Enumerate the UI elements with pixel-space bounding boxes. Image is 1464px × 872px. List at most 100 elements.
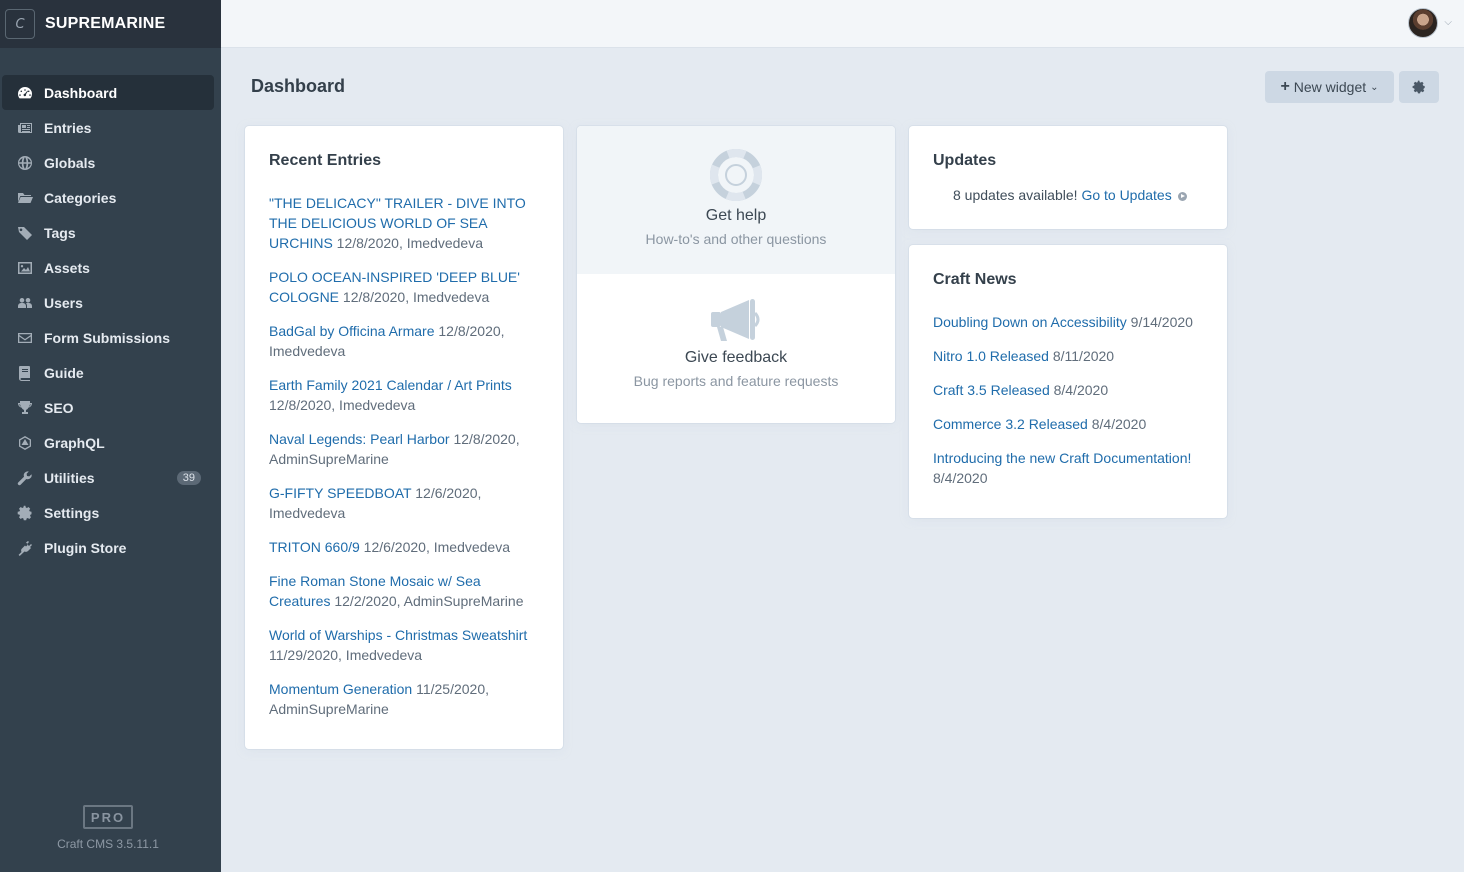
list-item: Earth Family 2021 Calendar / Art Prints … (269, 375, 539, 415)
sidebar-item-label: Settings (44, 504, 100, 521)
sidebar-item-label: Guide (44, 364, 84, 381)
gear-icon (1412, 80, 1425, 94)
main-nav: Dashboard Entries Globals Categories Tags Ass… (0, 75, 221, 565)
list-item: G-FIFTY SPEEDBOAT 12/6/2020, Imedvedeva (269, 483, 539, 523)
entry-link[interactable]: Earth Family 2021 Calendar / Art Prints (269, 377, 512, 393)
sidebar-item-label: Plugin Store (44, 539, 127, 556)
get-help-subtitle: How-to's and other questions (645, 231, 827, 247)
chevron-down-icon: ⌄ (1370, 81, 1379, 93)
graphql-icon (16, 435, 34, 451)
news-link[interactable]: Introducing the new Craft Documentation! (933, 450, 1191, 466)
edition-badge[interactable]: PRO (83, 805, 133, 829)
site-name[interactable]: SUPREMARINE (45, 15, 165, 33)
sidebar: C SUPREMARINE Dashboard Entries Globals Cat… (0, 0, 221, 872)
give-feedback-title: Give feedback (684, 349, 788, 366)
top-bar: ⌵ (221, 0, 1464, 48)
list-item: Doubling Down on Accessibility 9/14/2020 (933, 312, 1203, 332)
sidebar-item-label: Utilities (44, 469, 95, 486)
give-feedback-subtitle: Bug reports and feature requests (633, 373, 839, 389)
plus-icon: + (1280, 78, 1290, 95)
widget-title: Updates (933, 152, 997, 169)
sidebar-item-guide[interactable]: Guide (2, 355, 214, 390)
news-link[interactable]: Commerce 3.2 Released (933, 416, 1088, 432)
newspaper-icon (16, 120, 34, 136)
circle-arrow-right-icon (1177, 191, 1187, 201)
dashboard-settings-button[interactable] (1399, 71, 1439, 103)
list-item: Commerce 3.2 Released 8/4/2020 (933, 414, 1203, 434)
megaphone-icon (711, 299, 760, 341)
updates-status: 8 updates available! Go to Updates (933, 187, 1203, 203)
sidebar-item-graphql[interactable]: GraphQL (2, 425, 214, 460)
entry-meta: 12/6/2020, Imedvedeva (363, 539, 511, 555)
news-link[interactable]: Doubling Down on Accessibility (933, 314, 1127, 330)
entry-link[interactable]: BadGal by Officina Armare (269, 323, 434, 339)
entry-meta: 12/8/2020, Imedvedeva (269, 397, 416, 413)
list-item: Momentum Generation 11/25/2020, AdminSup… (269, 679, 539, 719)
sidebar-item-assets[interactable]: Assets (2, 250, 214, 285)
entry-meta: 12/8/2020, Imedvedeva (342, 289, 490, 305)
site-icon[interactable]: C (5, 9, 35, 39)
widget-title: Craft News (933, 271, 1017, 288)
list-item: Nitro 1.0 Released 8/11/2020 (933, 346, 1203, 366)
sidebar-item-tags[interactable]: Tags (2, 215, 214, 250)
entry-meta: 11/29/2020, Imedvedeva (269, 647, 423, 663)
folder-icon (16, 190, 34, 206)
user-avatar[interactable] (1408, 8, 1438, 38)
page-title: Dashboard (251, 76, 346, 96)
sidebar-item-users[interactable]: Users (2, 285, 214, 320)
feedback-widget: Get help How-to's and other questions Gi… (577, 126, 895, 423)
sidebar-item-label: Entries (44, 119, 92, 136)
entry-link[interactable]: TRITON 660/9 (269, 539, 360, 555)
entry-link[interactable]: G-FIFTY SPEEDBOAT (269, 485, 411, 501)
give-feedback-link[interactable]: Give feedback Bug reports and feature re… (577, 274, 895, 422)
trophy-icon (16, 400, 34, 416)
life-ring-icon (710, 149, 762, 201)
sidebar-item-globals[interactable]: Globals (2, 145, 214, 180)
sidebar-item-label: SEO (44, 399, 74, 416)
go-to-updates-link[interactable]: Go to Updates (1081, 187, 1187, 203)
news-date: 8/4/2020 (1091, 416, 1147, 432)
gauge-icon (16, 85, 34, 101)
entry-link[interactable]: World of Warships - Christmas Sweatshirt (269, 627, 527, 643)
sidebar-item-entries[interactable]: Entries (2, 110, 214, 145)
new-widget-label: New widget (1293, 79, 1367, 95)
sidebar-item-label: Dashboard (44, 84, 118, 101)
envelope-icon (16, 330, 34, 346)
sidebar-item-seo[interactable]: SEO (2, 390, 214, 425)
sidebar-item-utilities[interactable]: Utilities 39 (2, 460, 214, 495)
entry-link[interactable]: Momentum Generation (269, 681, 412, 697)
news-link[interactable]: Nitro 1.0 Released (933, 348, 1049, 364)
news-list: Doubling Down on Accessibility 9/14/2020… (933, 312, 1203, 488)
entry-meta: 12/2/2020, AdminSupreMarine (334, 593, 524, 609)
globe-icon (16, 155, 34, 171)
book-icon (16, 365, 34, 381)
site-header: C SUPREMARINE (0, 0, 221, 48)
list-item: Introducing the new Craft Documentation!… (933, 448, 1203, 488)
updates-widget: Updates 8 updates available! Go to Updat… (909, 126, 1227, 229)
sidebar-item-label: GraphQL (44, 434, 105, 451)
list-item: BadGal by Officina Armare 12/8/2020, Ime… (269, 321, 539, 361)
sidebar-item-settings[interactable]: Settings (2, 495, 214, 530)
entry-meta: 12/8/2020, Imedvedeva (336, 235, 484, 251)
list-item: World of Warships - Christmas Sweatshirt… (269, 625, 539, 665)
sidebar-item-plugin-store[interactable]: Plugin Store (2, 530, 214, 565)
news-link[interactable]: Craft 3.5 Released (933, 382, 1050, 398)
get-help-title: Get help (705, 207, 767, 224)
news-date: 8/4/2020 (933, 470, 988, 486)
get-help-link[interactable]: Get help How-to's and other questions (577, 126, 895, 274)
gear-icon (16, 505, 34, 521)
sidebar-item-dashboard[interactable]: Dashboard (2, 75, 214, 110)
craft-news-widget: Craft News Doubling Down on Accessibilit… (909, 245, 1227, 518)
entry-link[interactable]: Naval Legends: Pearl Harbor (269, 431, 450, 447)
sidebar-item-label: Categories (44, 189, 117, 206)
sidebar-item-categories[interactable]: Categories (2, 180, 214, 215)
list-item: Craft 3.5 Released 8/4/2020 (933, 380, 1203, 400)
new-widget-button[interactable]: + New widget ⌄ (1265, 71, 1394, 103)
chevron-down-icon[interactable]: ⌵ (1444, 17, 1452, 28)
news-date: 8/11/2020 (1052, 348, 1115, 364)
news-date: 8/4/2020 (1053, 382, 1109, 398)
image-icon (16, 260, 34, 276)
sidebar-item-form-submissions[interactable]: Form Submissions (2, 320, 214, 355)
list-item: Fine Roman Stone Mosaic w/ Sea Creatures… (269, 571, 539, 611)
widget-title: Recent Entries (269, 152, 382, 169)
